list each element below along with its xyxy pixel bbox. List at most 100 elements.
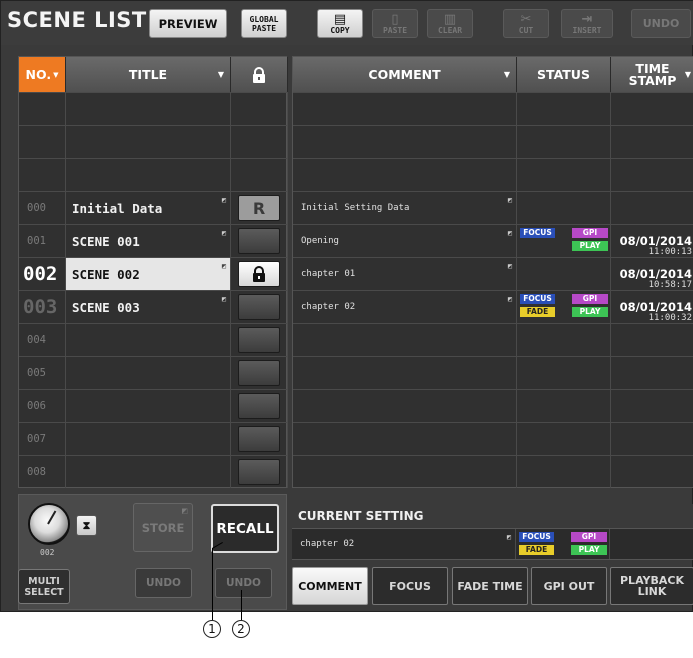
timestamp-cell	[611, 390, 693, 422]
status-cell	[517, 390, 611, 422]
global-paste-button[interactable]: GLOBAL PASTE	[241, 9, 287, 38]
scene-lock-button[interactable]	[238, 426, 280, 452]
clear-label: CLEAR	[437, 25, 463, 35]
edit-icon: ◩	[221, 262, 226, 270]
comment-cell[interactable]	[293, 93, 517, 125]
recall-button[interactable]: RECALL	[211, 504, 279, 553]
insert-button[interactable]: ⇥ INSERT	[561, 9, 613, 38]
header-timestamp[interactable]: TIME STAMP ▼	[611, 57, 693, 92]
tab-focus[interactable]: FOCUS	[372, 567, 448, 605]
header-comment[interactable]: COMMENT ▼	[293, 57, 517, 92]
scene-title-text: SCENE 002	[72, 266, 140, 282]
scene-row[interactable]: 002 SCENE 002 ◩	[19, 257, 288, 290]
scene-row[interactable]: 001 SCENE 001 ◩	[19, 224, 288, 257]
tab-fade-time[interactable]: FADE TIME	[452, 567, 528, 605]
comment-cell[interactable]	[293, 390, 517, 422]
preview-button[interactable]: PREVIEW	[149, 9, 227, 38]
detail-row[interactable]: chapter 01 ◩ 08/01/2014 10:58:17	[293, 257, 693, 290]
status-cell: FOCUS GPI PLAY	[517, 225, 611, 257]
status-cell	[517, 192, 611, 224]
comment-cell[interactable]	[293, 456, 517, 488]
scene-row[interactable]: 005	[19, 356, 288, 389]
comment-cell[interactable]	[293, 357, 517, 389]
detail-row[interactable]	[293, 125, 693, 158]
timestamp-cell: 08/01/2014 10:58:17	[611, 258, 693, 290]
detail-row[interactable]: Opening ◩ FOCUS GPI PLAY 08/01/2014 11:00:13	[293, 224, 693, 257]
scene-lock-button[interactable]	[238, 459, 280, 485]
cut-button[interactable]: ✂ CUT	[503, 9, 549, 38]
scene-row[interactable]: 007	[19, 422, 288, 455]
scene-lock-button[interactable]	[238, 393, 280, 419]
detail-row[interactable]: chapter 02 ◩ FOCUS GPI FADE PLAY 08/01/2014 11:…	[293, 290, 693, 323]
scene-row[interactable]: 004	[19, 323, 288, 356]
comment-cell[interactable]	[293, 324, 517, 356]
tab-gpi-out[interactable]: GPI OUT	[531, 567, 607, 605]
store-button[interactable]: STORE ◩	[133, 503, 193, 552]
comment-cell[interactable]	[293, 126, 517, 158]
scene-lock-button[interactable]	[238, 294, 280, 320]
clear-button[interactable]: ▥ CLEAR	[427, 9, 473, 38]
detail-row[interactable]	[293, 158, 693, 191]
comment-cell[interactable]	[293, 159, 517, 191]
tab-playback-link[interactable]: PLAYBACK LINK	[610, 567, 693, 605]
current-setting-row[interactable]: chapter 02 ◩ FOCUS GPI FADE PLAY	[292, 528, 693, 560]
detail-row[interactable]	[293, 323, 693, 356]
undo-store-button[interactable]: UNDO	[135, 568, 192, 598]
paste-button[interactable]: ▯ PASTE	[372, 9, 418, 38]
scene-title[interactable]	[66, 93, 231, 125]
detail-row[interactable]	[293, 92, 693, 125]
header-lock[interactable]	[231, 57, 288, 92]
scene-title[interactable]	[66, 126, 231, 158]
comment-cell[interactable]: chapter 02 ◩	[293, 291, 517, 323]
scene-lock-button[interactable]: R	[238, 195, 280, 221]
scene-lock-button[interactable]	[238, 261, 280, 287]
detail-row[interactable]	[293, 422, 693, 455]
comment-cell[interactable]: Opening ◩	[293, 225, 517, 257]
callout-leader-1	[212, 548, 213, 620]
padlock-icon	[253, 66, 265, 83]
detail-row[interactable]	[293, 389, 693, 422]
comment-cell[interactable]: chapter 01 ◩	[293, 258, 517, 290]
detail-row[interactable]	[293, 356, 693, 389]
detail-row[interactable]	[293, 455, 693, 488]
scene-title[interactable]: SCENE 002 ◩	[66, 258, 231, 290]
undo-recall-button[interactable]: UNDO	[215, 568, 272, 598]
detail-row[interactable]: Initial Setting Data ◩	[293, 191, 693, 224]
copy-button[interactable]: ▤ COPY	[317, 9, 363, 38]
increment-icon[interactable]: ⧗	[76, 515, 97, 536]
scene-title[interactable]	[66, 456, 231, 488]
scene-row[interactable]: 003 SCENE 003 ◩	[19, 290, 288, 323]
scene-lock-button[interactable]	[238, 360, 280, 386]
scene-lock-button[interactable]	[238, 327, 280, 353]
scene-title[interactable]: Initial Data ◩	[66, 192, 231, 224]
header-comment-label: COMMENT	[368, 66, 441, 82]
scene-row[interactable]	[19, 125, 288, 158]
scene-title[interactable]: SCENE 003 ◩	[66, 291, 231, 323]
header-no[interactable]: NO. ▼	[19, 57, 66, 92]
header-title-label: TITLE	[128, 67, 168, 82]
header-status[interactable]: STATUS	[517, 57, 611, 92]
scene-title[interactable]	[66, 390, 231, 422]
status-cell	[517, 423, 611, 455]
scene-row[interactable]: 000 Initial Data ◩ R	[19, 191, 288, 224]
scene-title[interactable]	[66, 357, 231, 389]
undo-toolbar-button[interactable]: UNDO	[631, 9, 691, 38]
scene-row[interactable]	[19, 92, 288, 125]
comment-cell[interactable]: Initial Setting Data ◩	[293, 192, 517, 224]
scene-row[interactable]: 006	[19, 389, 288, 422]
tab-comment[interactable]: COMMENT	[292, 567, 368, 605]
multi-select-button[interactable]: MULTI SELECT	[18, 569, 70, 604]
header-title[interactable]: TITLE ▼	[66, 57, 231, 92]
timestamp-date: 08/01/2014	[619, 267, 692, 281]
scene-select-knob[interactable]	[28, 503, 70, 545]
status-tag-play: PLAY	[571, 545, 607, 555]
scene-title[interactable]	[66, 324, 231, 356]
scene-title[interactable]	[66, 423, 231, 455]
scene-row[interactable]: 008	[19, 455, 288, 488]
comment-cell[interactable]	[293, 423, 517, 455]
scene-title[interactable]	[66, 159, 231, 191]
scene-row[interactable]	[19, 158, 288, 191]
scene-title[interactable]: SCENE 001 ◩	[66, 225, 231, 257]
status-tag-fade: FADE	[519, 545, 554, 555]
scene-lock-button[interactable]	[238, 228, 280, 254]
